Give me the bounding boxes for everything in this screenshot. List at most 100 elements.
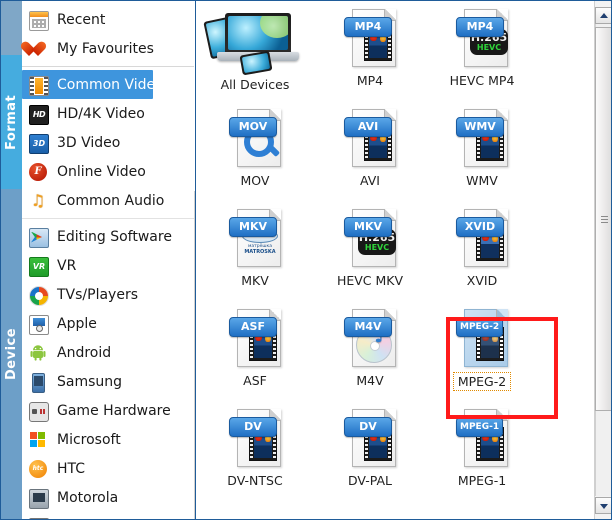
sidebar-item-apple[interactable]: Apple bbox=[22, 309, 194, 338]
game-hardware-icon bbox=[29, 401, 49, 422]
format-item-asf[interactable]: ASF ASF bbox=[196, 301, 314, 401]
format-item-mpeg-1[interactable]: MPEG-1 MPEG-1 bbox=[426, 401, 538, 501]
list-divider bbox=[22, 66, 194, 67]
sidebar-item-vr[interactable]: VR VR bbox=[22, 251, 194, 280]
sidebar-item-samsung[interactable]: Samsung bbox=[22, 367, 194, 396]
format-badge: MOV bbox=[229, 117, 277, 137]
format-badge: MP4 bbox=[456, 17, 504, 37]
sidebar-item-common-audio[interactable]: ♫ Common Audio bbox=[22, 186, 194, 215]
file-itunes-icon: ♪ M4V bbox=[344, 307, 396, 369]
format-item-all-devices[interactable]: All Devices bbox=[196, 1, 314, 101]
format-item-hevc-mkv[interactable]: H.265 HEVC MKV HEVC MKV bbox=[314, 201, 426, 301]
category-list-pane: Recent My Favourites Common Video HD HD/… bbox=[22, 1, 194, 519]
format-item-caption: WMV bbox=[466, 173, 498, 188]
file-film-icon: WMV bbox=[456, 107, 508, 169]
file-film-icon: ASF bbox=[229, 307, 281, 369]
format-badge: ASF bbox=[229, 317, 277, 337]
format-item-avi[interactable]: AVI AVI bbox=[314, 101, 426, 201]
vr-icon: VR bbox=[29, 256, 49, 277]
tab-device-label: Device bbox=[4, 327, 19, 381]
format-grid-row: ASF ASF ♪ M4V M4V bbox=[196, 301, 594, 401]
rail-top-spacer bbox=[1, 1, 22, 55]
sidebar-item-3d-video[interactable]: 3D 3D Video bbox=[22, 128, 194, 157]
motorola-icon bbox=[29, 488, 49, 509]
file-matroska-icon: матрёшка MATROSKA MKV bbox=[229, 207, 281, 269]
sidebar-item-label: Apple bbox=[57, 315, 97, 332]
format-item-caption: MOV bbox=[240, 173, 270, 188]
format-item-hevc-mp4[interactable]: H.265 HEVC MP4 HEVC MP4 bbox=[426, 1, 538, 101]
format-item-xvid[interactable]: XVID XVID bbox=[426, 201, 538, 301]
sidebar-item-label: VR bbox=[57, 257, 77, 274]
sidebar-item-label: Common Video bbox=[57, 76, 164, 93]
format-badge: MP4 bbox=[344, 17, 392, 37]
format-item-caption: MPEG-2 bbox=[452, 372, 512, 391]
category-list: Recent My Favourites Common Video HD HD/… bbox=[22, 1, 194, 519]
format-badge: AVI bbox=[344, 117, 392, 137]
matroska-line2: MATROSKA bbox=[244, 249, 276, 255]
format-item-wmv[interactable]: WMV WMV bbox=[426, 101, 538, 201]
film-icon bbox=[29, 75, 49, 96]
sidebar-item-tvs-players[interactable]: TVs/Players bbox=[22, 280, 194, 309]
format-item-caption: HEVC MKV bbox=[336, 273, 404, 288]
sidebar-item-htc[interactable]: htc HTC bbox=[22, 454, 194, 483]
sidebar-item-label: Editing Software bbox=[57, 228, 172, 245]
format-item-m4v[interactable]: ♪ M4V M4V bbox=[314, 301, 426, 401]
format-item-caption: ASF bbox=[243, 373, 267, 388]
format-badge: MKV bbox=[229, 217, 277, 237]
format-item-dv-pal[interactable]: DV DV-PAL bbox=[314, 401, 426, 501]
scroll-thumb-grip bbox=[601, 216, 608, 223]
format-item-mp4[interactable]: MP4 MP4 bbox=[314, 1, 426, 101]
hevc-codec-line2: HEVC bbox=[364, 243, 390, 252]
grid-scroll-up-button[interactable] bbox=[595, 7, 611, 24]
sidebar-item-recent[interactable]: Recent bbox=[22, 5, 194, 34]
sidebar-item-label: HD/4K Video bbox=[57, 105, 145, 122]
format-badge: MKV bbox=[344, 217, 392, 237]
sidebar-item-online-video[interactable]: F Online Video bbox=[22, 157, 194, 186]
format-item-mov[interactable]: MOV MOV bbox=[196, 101, 314, 201]
sidebar-item-nokia[interactable]: Nokia bbox=[22, 512, 194, 519]
sidebar-item-game-hardware[interactable]: Game Hardware bbox=[22, 396, 194, 425]
sidebar-item-motorola[interactable]: Motorola bbox=[22, 483, 194, 512]
sidebar-item-my-favourites[interactable]: My Favourites bbox=[22, 34, 194, 63]
file-film-icon: AVI bbox=[344, 107, 396, 169]
sidebar-item-label: Game Hardware bbox=[57, 402, 171, 419]
hd-icon: HD bbox=[29, 104, 49, 125]
sidebar-item-editing-software[interactable]: Editing Software bbox=[22, 222, 194, 251]
format-grid-row: MOV MOV AVI AVI WMV WMV bbox=[196, 101, 594, 201]
htc-icon: htc bbox=[29, 459, 49, 478]
format-item-caption: XVID bbox=[466, 273, 498, 288]
samsung-icon bbox=[29, 372, 49, 393]
format-badge: MPEG-1 bbox=[456, 417, 504, 437]
sidebar-item-common-video[interactable]: Common Video bbox=[22, 70, 164, 99]
format-grid-pane: All Devices MP4 MP4 H.265 HEVC MP4 HEVC … bbox=[195, 1, 594, 519]
file-film-icon: DV bbox=[344, 407, 396, 469]
sidebar-item-hd-4k-video[interactable]: HD HD/4K Video bbox=[22, 99, 194, 128]
chevron-up-icon bbox=[600, 13, 608, 18]
format-item-caption: M4V bbox=[356, 373, 384, 388]
sidebar-item-label: Samsung bbox=[57, 373, 123, 390]
sidebar-item-android[interactable]: Android bbox=[22, 338, 194, 367]
format-grid-row: All Devices MP4 MP4 H.265 HEVC MP4 HEVC … bbox=[196, 1, 594, 101]
sidebar-item-label: Motorola bbox=[57, 489, 119, 506]
format-item-mkv[interactable]: матрёшка MATROSKA MKV MKV bbox=[196, 201, 314, 301]
sidebar-item-microsoft[interactable]: Microsoft bbox=[22, 425, 194, 454]
file-film-icon: XVID bbox=[456, 207, 508, 269]
format-badge: MPEG-2 bbox=[456, 317, 504, 337]
format-item-mpeg-2[interactable]: MPEG-2 MPEG-2 bbox=[426, 301, 538, 401]
list-divider-2 bbox=[22, 218, 194, 219]
grid-scroll-thumb[interactable] bbox=[595, 27, 611, 411]
format-badge: DV bbox=[229, 417, 277, 437]
android-glyph bbox=[30, 344, 46, 361]
tv-players-icon bbox=[29, 285, 49, 306]
grid-scrollbar[interactable] bbox=[594, 1, 611, 519]
format-item-caption: MP4 bbox=[356, 73, 384, 88]
recent-icon bbox=[29, 10, 49, 31]
grid-scroll-down-button[interactable] bbox=[595, 497, 611, 514]
file-film-icon: MPEG-2 bbox=[456, 307, 508, 369]
vertical-tab-rail: Format Device bbox=[1, 1, 22, 519]
file-hevc-icon: H.265 HEVC MP4 bbox=[456, 7, 508, 69]
3d-icon: 3D bbox=[29, 133, 49, 154]
format-grid: All Devices MP4 MP4 H.265 HEVC MP4 HEVC … bbox=[196, 1, 594, 501]
format-selector-window: Format Device Recent My Favourites Commo… bbox=[0, 0, 612, 520]
format-item-dv-ntsc[interactable]: DV DV-NTSC bbox=[196, 401, 314, 501]
